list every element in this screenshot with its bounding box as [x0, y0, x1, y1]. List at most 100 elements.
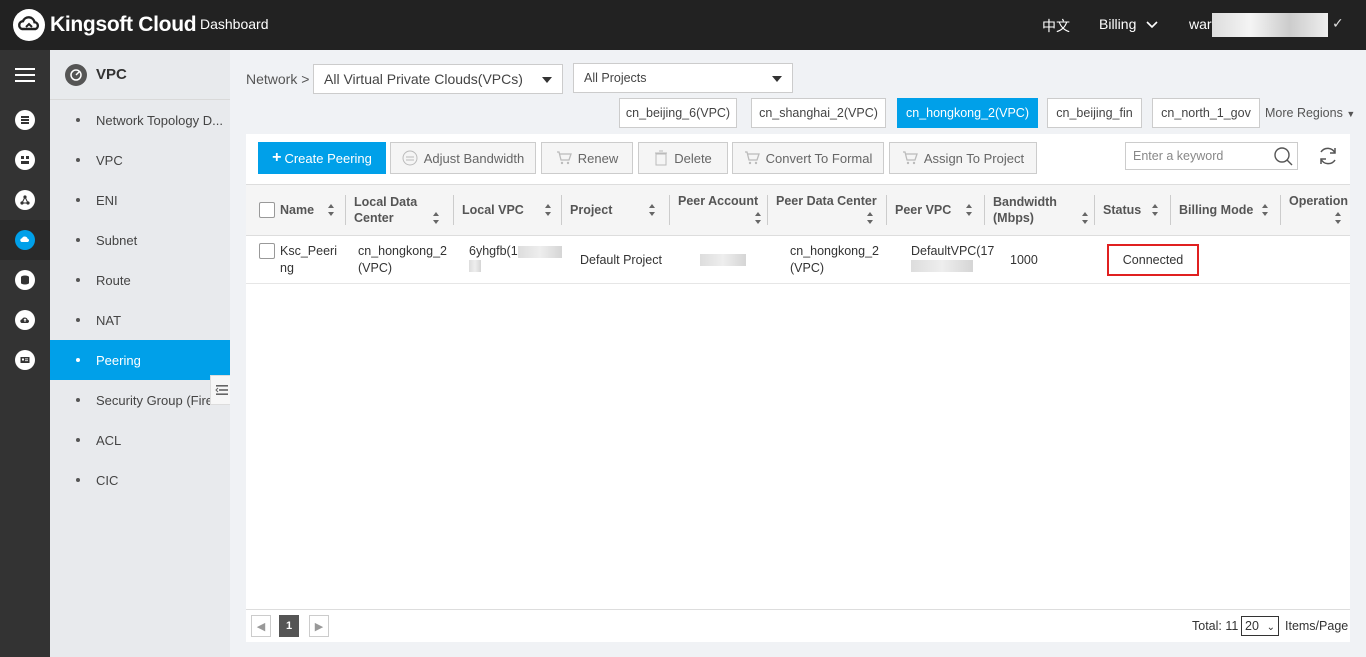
sidebar-item-nat[interactable]: NAT [50, 300, 230, 340]
vpc-icon[interactable] [0, 220, 50, 260]
sidebar-item-route[interactable]: Route [50, 260, 230, 300]
prev-page-button[interactable]: ◀ [251, 615, 271, 637]
brand-logo[interactable]: Kingsoft Cloud [12, 8, 197, 42]
sidebar-item-label: ACL [96, 432, 122, 448]
sort-icon[interactable] [648, 203, 656, 217]
sort-icon[interactable] [327, 203, 335, 217]
row-checkbox[interactable] [259, 243, 275, 259]
next-page-button[interactable]: ▶ [309, 615, 329, 637]
sidebar-item-security-group-fire[interactable]: Security Group (Fire... [50, 380, 230, 420]
vpc-select[interactable]: All Virtual Private Clouds(VPCs) [313, 64, 563, 94]
sidebar-item-eni[interactable]: ENI [50, 180, 230, 220]
sidebar-item-cic[interactable]: CIC [50, 460, 230, 500]
items-per-page-select[interactable]: 20 ⌄ [1241, 616, 1279, 636]
user-menu[interactable]: war [1189, 16, 1212, 32]
column-operation[interactable]: Operation [1280, 185, 1350, 235]
project-select[interactable]: All Projects [573, 63, 793, 93]
sidebar-item-subnet[interactable]: Subnet [50, 220, 230, 260]
sort-icon[interactable] [432, 211, 440, 225]
column-status[interactable]: Status [1094, 185, 1165, 235]
column-billing-mode[interactable]: Billing Mode [1170, 185, 1275, 235]
cloud-upload-icon[interactable] [0, 300, 50, 340]
sort-icon[interactable] [1081, 211, 1089, 225]
column-bandwidth[interactable]: Bandwidth (Mbps) [984, 185, 1095, 235]
language-switch[interactable]: 中文 [1042, 16, 1070, 36]
cell-name: Ksc_Peering [259, 236, 339, 284]
redacted-text [911, 260, 973, 272]
region-tab[interactable]: cn_beijing_fin [1047, 98, 1142, 128]
column-peer-dc[interactable]: Peer Data Center [767, 185, 880, 235]
database-icon[interactable] [0, 100, 50, 140]
table-row[interactable]: Ksc_Peering cn_hongkong_2 (VPC) 6yhgfb(1… [246, 236, 1350, 284]
server-icon[interactable] [0, 140, 50, 180]
column-local-vpc[interactable]: Local VPC [453, 185, 558, 235]
region-tab[interactable]: cn_shanghai_2(VPC) [751, 98, 886, 128]
sidebar-item-network-topology-d[interactable]: Network Topology D... [50, 100, 230, 140]
adjust-bandwidth-label: Adjust Bandwidth [423, 150, 525, 166]
sub-nav: VPC Network Topology D... VPC ENI Subnet Rou… [50, 50, 230, 657]
search-icon[interactable] [1273, 146, 1293, 166]
sort-icon[interactable] [866, 211, 874, 225]
page-button[interactable]: 1 [279, 615, 299, 637]
total-count: Total: 11 [1192, 619, 1239, 633]
sidebar-item-acl[interactable]: ACL [50, 420, 230, 460]
assign-to-project-button[interactable]: Assign To Project [889, 142, 1037, 174]
create-peering-button[interactable]: + Create Peering [258, 142, 386, 174]
brand-name: Kingsoft Cloud [50, 13, 197, 36]
peer-vpc-value[interactable]: DefaultVPC(17 [911, 244, 994, 258]
sort-icon[interactable] [544, 203, 552, 217]
renew-button[interactable]: Renew [541, 142, 633, 174]
storage-icon[interactable] [0, 260, 50, 300]
search-input[interactable]: Enter a keyword [1125, 142, 1298, 170]
sort-icon[interactable] [965, 203, 973, 217]
column-peer-account[interactable]: Peer Account [669, 185, 768, 235]
more-regions-button[interactable]: More Regions ▼ [1265, 106, 1355, 120]
main-area: Network > All Virtual Private Clouds(VPC… [230, 50, 1366, 657]
column-local-dc[interactable]: Local Data Center [345, 185, 446, 235]
bandwidth-value: 1000 [1010, 252, 1038, 267]
cart-icon [744, 151, 760, 165]
local-vpc-value[interactable]: 6yhgfb(1 [469, 244, 518, 258]
column-project-label: Project [570, 203, 613, 217]
adjust-bandwidth-button[interactable]: Adjust Bandwidth [390, 142, 536, 174]
cell-bandwidth: 1000 [1010, 236, 1070, 284]
region-tab[interactable]: cn_hongkong_2(VPC) [897, 98, 1038, 128]
sort-icon[interactable] [754, 211, 762, 225]
column-bandwidth-label: Bandwidth (Mbps) [993, 195, 1057, 225]
column-peer-dc-label: Peer Data Center [776, 194, 877, 208]
network-icon[interactable] [0, 180, 50, 220]
column-peer-vpc[interactable]: Peer VPC [886, 185, 979, 235]
billing-menu[interactable]: Billing [1099, 16, 1158, 32]
breadcrumb[interactable]: Network > [246, 71, 309, 87]
vpc-select-value: All Virtual Private Clouds(VPCs) [324, 71, 523, 87]
sort-icon[interactable] [1334, 211, 1342, 225]
select-all-checkbox[interactable] [259, 202, 275, 218]
column-name[interactable]: Name [259, 185, 341, 235]
create-peering-label: Create Peering [284, 150, 372, 166]
bullet-icon [76, 278, 80, 282]
menu-icon[interactable] [0, 55, 50, 95]
cell-peer-dc: cn_hongkong_2(VPC) [790, 236, 890, 284]
sidebar-item-label: Security Group (Fire... [96, 392, 224, 408]
delete-button[interactable]: Delete [638, 142, 728, 174]
sidebar-item-label: Subnet [96, 232, 138, 248]
sidebar-item-vpc[interactable]: VPC [50, 140, 230, 180]
refresh-icon[interactable] [1316, 144, 1340, 168]
column-project[interactable]: Project [561, 185, 662, 235]
sidebar-item-label: CIC [96, 472, 119, 488]
status-highlight: Connected [1107, 244, 1199, 276]
sort-icon[interactable] [1261, 203, 1269, 217]
dashboard-link[interactable]: Dashboard [200, 16, 269, 32]
sort-icon[interactable] [1151, 203, 1159, 217]
page-number: 1 [285, 620, 293, 632]
convert-to-formal-button[interactable]: Convert To Formal [732, 142, 884, 174]
search-placeholder: Enter a keyword [1133, 149, 1224, 163]
id-card-icon[interactable] [0, 340, 50, 380]
collapse-sidebar-handle[interactable] [210, 375, 232, 405]
region-tab[interactable]: cn_north_1_gov [1152, 98, 1260, 128]
redacted-peer-account [700, 254, 746, 266]
region-tab[interactable]: cn_beijing_6(VPC) [619, 98, 737, 128]
sidebar-item-peering[interactable]: Peering [50, 340, 230, 380]
bullet-icon [76, 198, 80, 202]
sidebar-item-label: Peering [96, 352, 141, 368]
